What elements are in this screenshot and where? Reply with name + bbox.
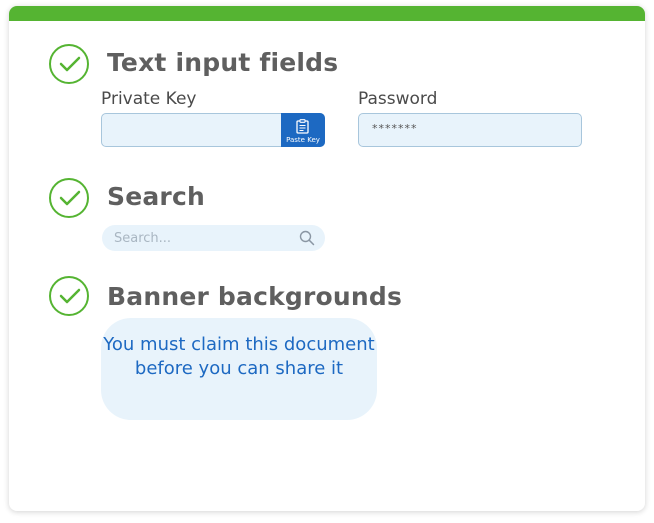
section-title-text-input-fields: Text input fields (107, 48, 339, 77)
check-circle-icon (49, 178, 89, 218)
top-accent-bar (9, 6, 645, 21)
check-circle-icon (49, 44, 89, 84)
check-circle-icon (49, 276, 89, 316)
password-label: Password (358, 89, 438, 109)
search-input[interactable] (114, 230, 284, 246)
demo-card: Text input fields Private Key Paste Key … (9, 6, 645, 511)
search-icon[interactable] (299, 230, 315, 246)
private-key-label: Private Key (101, 89, 197, 109)
section-title-banner-backgrounds: Banner backgrounds (107, 282, 403, 311)
section-title-search: Search (107, 182, 205, 211)
password-masked-value: ******* (372, 122, 418, 135)
banner-text: You must claim this document before you … (103, 334, 375, 379)
password-input[interactable]: ******* (358, 113, 582, 147)
search-bar[interactable] (102, 225, 325, 251)
paste-key-label: Paste Key (286, 136, 320, 144)
paste-key-button[interactable]: Paste Key (281, 113, 325, 147)
clipboard-icon (296, 119, 309, 134)
info-banner: You must claim this document before you … (101, 318, 377, 420)
